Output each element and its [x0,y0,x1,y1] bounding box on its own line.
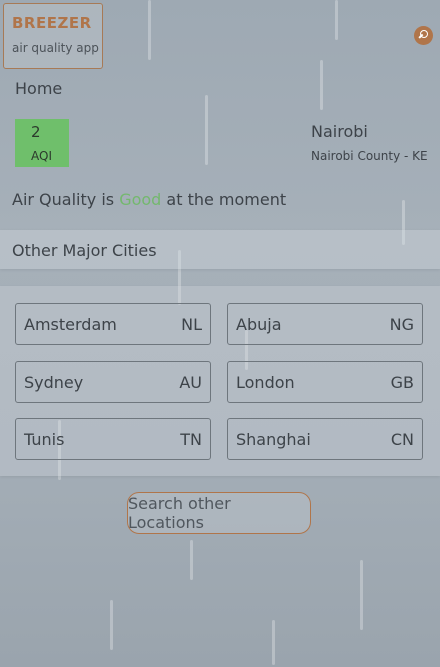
city-card-code: TN [180,429,202,449]
city-card-abuja[interactable]: Abuja NG [227,303,423,345]
city-card-shanghai[interactable]: Shanghai CN [227,418,423,460]
aqi-badge: 2 AQI [15,119,69,167]
nav-home-link[interactable]: Home [15,79,62,98]
city-card-name: Sydney [24,372,84,392]
city-card-name: London [236,372,295,392]
city-card-name: Shanghai [236,429,311,449]
city-card-code: NL [181,314,202,334]
current-city-name: Nairobi [311,122,368,141]
city-card-sydney[interactable]: Sydney AU [15,361,211,403]
status-prefix: Air Quality is [12,190,115,209]
other-cities-header: Other Major Cities [0,230,440,269]
city-card-amsterdam[interactable]: Amsterdam NL [15,303,211,345]
city-card-name: Amsterdam [24,314,117,334]
aqi-label: AQI [31,149,52,163]
search-locations-button[interactable]: Search other Locations [127,492,311,534]
other-cities-grid: Amsterdam NL Abuja NG Sydney AU London G… [0,286,440,476]
city-card-name: Tunis [24,429,65,449]
brand-subtitle: air quality app [12,41,99,55]
status-suffix: at the moment [166,190,287,209]
city-card-code: NG [389,314,414,334]
brand-logo[interactable]: BREEZER air quality app [3,3,103,69]
current-city-region: Nairobi County - KE [311,149,428,163]
city-card-name: Abuja [236,314,282,334]
city-card-code: CN [390,429,414,449]
city-card-code: AU [179,372,202,392]
city-card-london[interactable]: London GB [227,361,423,403]
status-word: Good [119,190,162,209]
city-card-tunis[interactable]: Tunis TN [15,418,211,460]
search-icon[interactable] [414,26,433,45]
aqi-value: 2 [31,123,41,141]
brand-title: BREEZER [12,14,92,32]
city-card-code: GB [390,372,414,392]
air-quality-status: Air Quality is Good at the moment [12,190,286,209]
